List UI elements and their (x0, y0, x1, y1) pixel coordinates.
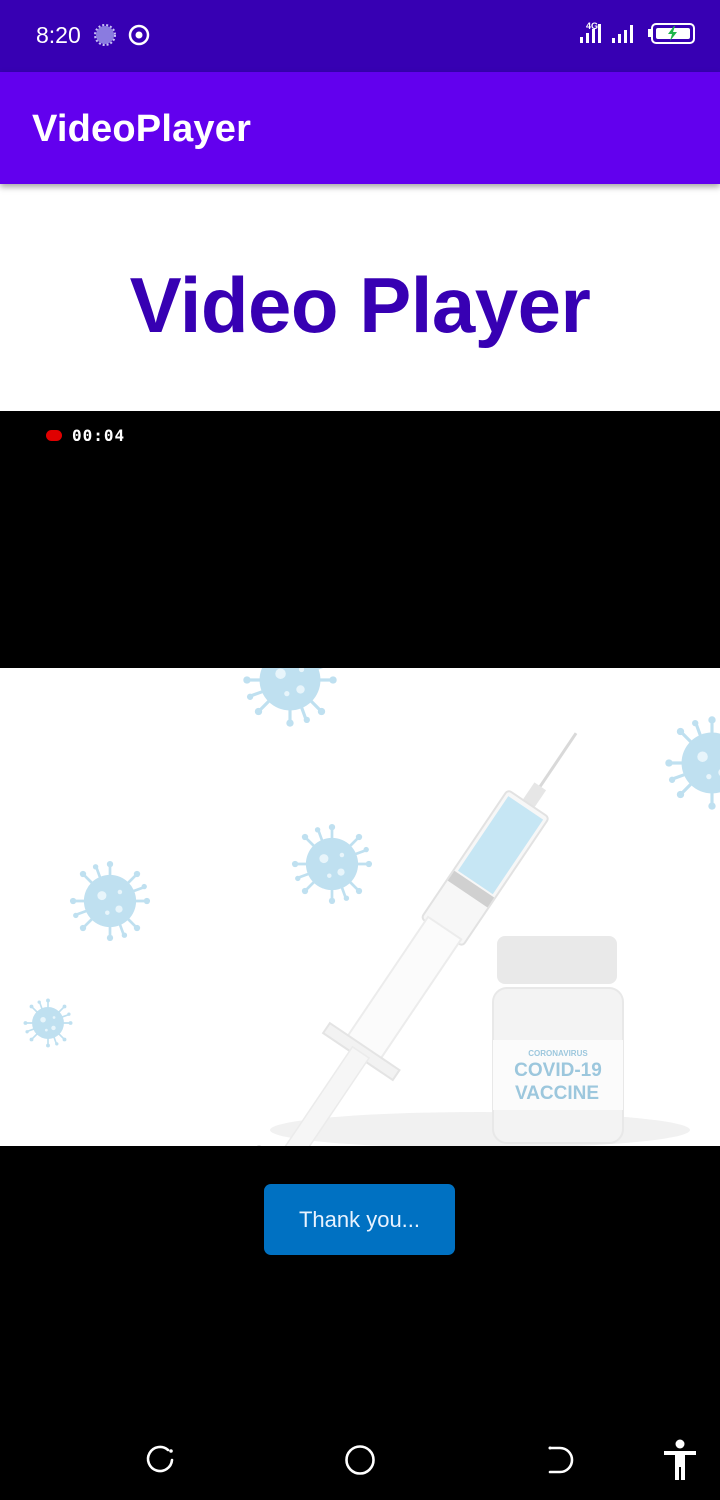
status-time: 8:20 (36, 22, 81, 48)
home-icon[interactable] (336, 1436, 384, 1484)
virus-icon (663, 714, 720, 812)
virus-icon (22, 997, 74, 1049)
bottle-label-line2: VACCINE (515, 1083, 599, 1104)
status-right-icons: 4G (580, 21, 695, 44)
navigation-bar (0, 1420, 720, 1500)
recording-time: 00:04 (72, 426, 126, 445)
app-title: VideoPlayer (32, 108, 252, 150)
video-player[interactable]: 00:04 CORONAVIRUS COVID-19 VACCINE Thank… (0, 411, 720, 1420)
back-icon[interactable] (536, 1436, 584, 1484)
bottle-label-small: CORONAVIRUS (528, 1049, 588, 1058)
vaccine-illustration: CORONAVIRUS COVID-19 VACCINE (22, 668, 720, 1146)
battery-charging-icon (648, 23, 695, 44)
status-bar: 8:20 4G (0, 0, 720, 72)
virus-icon (68, 859, 152, 943)
virus-icon (290, 822, 374, 906)
loading-spinner-icon (94, 24, 116, 46)
recents-icon[interactable] (136, 1436, 184, 1484)
accessibility-icon[interactable] (656, 1436, 704, 1484)
recording-dot-icon (46, 430, 62, 441)
vaccine-bottle-icon: CORONAVIRUS COVID-19 VACCINE (492, 936, 624, 1144)
video-frame: CORONAVIRUS COVID-19 VACCINE (0, 668, 720, 1146)
signal-icon (612, 25, 633, 43)
page-heading: Video Player (129, 261, 591, 349)
target-icon (128, 24, 150, 46)
signal-4g-icon: 4G (580, 21, 601, 43)
content-area: Video Player (0, 184, 720, 411)
app-bar: VideoPlayer (0, 72, 720, 184)
thank-you-button[interactable]: Thank you... (264, 1184, 455, 1255)
bottle-label-line1: COVID-19 (514, 1060, 602, 1081)
virus-icon (241, 668, 339, 729)
